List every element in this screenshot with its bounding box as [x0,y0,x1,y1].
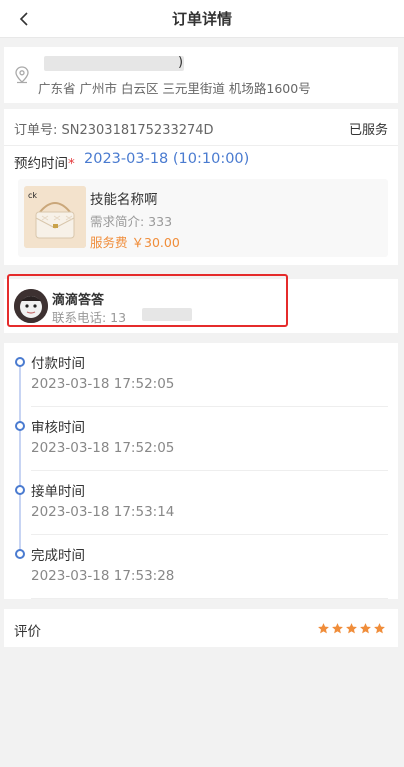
required-mark: * [68,156,75,172]
top-nav-bar: 订单详情 [0,0,404,38]
timeline-item-payment: 付款时间 2023-03-18 17:52:05 [4,343,398,407]
product-price: 服务费 ￥30.00 [90,232,180,251]
price-label: 服务费 [90,235,128,250]
star-icon [373,620,386,634]
provider-name: 滴滴答答 [52,293,105,308]
provider-phone: 联系电话: 13 [52,310,127,325]
order-number-label: 订单号: [14,123,62,138]
timeline-label: 审核时间 [31,420,85,436]
product-description: 需求简介: 333 [90,214,173,229]
avatar-image [14,289,48,323]
review-label: 评价 [14,624,41,640]
order-card: 订单号: SN230318175233274D 已服务 预约时间* 2023-0… [4,109,398,265]
appointment-label: 预约时间* [14,152,75,172]
product-item[interactable]: ck 技能名称啊 需求简介: 333 服务费 ￥30.00 [18,179,388,257]
timeline-dot [15,549,25,559]
timeline-item-accept: 接单时间 2023-03-18 17:53:14 [4,471,398,535]
price-value: ￥30.00 [131,235,180,250]
star-icon [345,620,358,634]
order-number: 订单号: SN230318175233274D [14,119,214,138]
order-timeline: 付款时间 2023-03-18 17:52:05 审核时间 2023-03-18… [4,343,398,599]
provider-card[interactable]: 滴滴答答 联系电话: 13 [4,274,398,333]
page-title: 订单详情 [171,10,232,28]
timeline-time: 2023-03-18 17:52:05 [31,440,175,456]
timeline-label: 完成时间 [31,548,85,564]
redacted-phone [142,308,192,321]
review-card: 评价 [4,609,398,647]
order-status: 已服务 [348,123,388,138]
divider [31,598,388,599]
order-number-value: SN230318175233274D [61,123,214,138]
timeline-item-review: 审核时间 2023-03-18 17:52:05 [4,407,398,471]
handbag-image: ck [24,186,86,248]
product-name: 技能名称啊 [90,192,158,208]
address-card[interactable]: ) 广东省 广州市 白云区 三元里街道 机场路1600号 [4,47,398,103]
star-icon [317,620,330,634]
star-icon [359,620,372,634]
timeline-time: 2023-03-18 17:52:05 [31,376,175,392]
timeline-dot [15,357,25,367]
timeline-time: 2023-03-18 17:53:14 [31,504,175,520]
timeline-label: 接单时间 [31,484,85,500]
avatar [14,289,48,323]
full-address: 广东省 广州市 白云区 三元里街道 机场路1600号 [38,81,311,96]
timeline-dot [15,485,25,495]
svg-text:ck: ck [28,191,37,200]
timeline-item-complete: 完成时间 2023-03-18 17:53:28 [4,535,398,599]
contact-name-suffix: ) [178,55,184,70]
star-rating [317,620,386,634]
redacted-contact-name [44,56,184,71]
appointment-label-text: 预约时间 [14,156,68,172]
location-pin-icon [15,66,29,84]
star-icon [331,620,344,634]
product-thumbnail: ck [24,186,86,248]
appointment-time[interactable]: 2023-03-18 (10:10:00) [84,151,249,167]
timeline-label: 付款时间 [31,356,85,372]
timeline-time: 2023-03-18 17:53:28 [31,568,175,584]
divider [4,145,398,146]
timeline-dot [15,421,25,431]
